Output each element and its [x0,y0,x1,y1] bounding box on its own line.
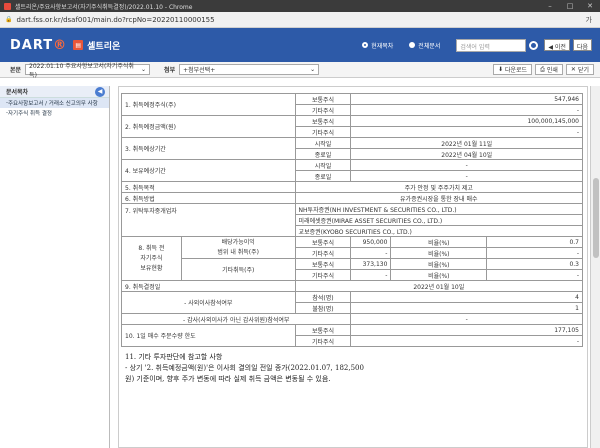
radio-all-docs[interactable]: 전체문서 [409,41,448,50]
window-title: 셀트리온/주요사항보고서(자기주식취득결정)/2022.01.10 - Chro… [15,3,193,11]
body-label: 본문 [10,67,22,74]
translate-icon[interactable]: 가 [586,15,592,25]
toc-item-report[interactable]: - 주요사항보고서 / 거래소 신고의무 사항 [0,98,109,108]
reference-note: 11. 기타 투자판단에 참고할 사항 - 상기 '2. 취득예정금액(원)'은… [125,352,587,385]
toc-header: 문서목차 ◀ [0,86,109,98]
table-row: 3. 취득예상기간 시작일 2022년 01월 11일 [121,137,583,160]
prev-button[interactable]: ◀ 이전 [544,39,570,51]
filter-bar: 본문 2022.01.10 주요사항보고서(자기주식취득) ⌄ 첨부 +첨부선택+… [0,62,600,79]
company-name: 셀트리온 [87,41,121,52]
table-row: - 감사(사외이사가 아닌 감사위원)참석여부 - [120,313,583,325]
document-select[interactable]: 2022.01.10 주요사항보고서(자기주식취득) ⌄ [25,63,151,79]
url-text[interactable]: dart.fss.or.kr/dsaf001/main.do?rcpNo=202… [16,16,214,24]
table-row: - 사외이사참석여부 참석(명) 4 [121,291,583,314]
disclosure-table: 1. 취득예정주식(주) 보통주식 547,946 기타주식 - 2. 취득예정금액(… [120,93,584,347]
vertical-scrollbar[interactable] [590,86,600,448]
note-line: 원) 기준이며, 향후 주가 변동에 따라 실제 취득 금액은 변동될 수 있음… [125,375,331,383]
download-icon: ⬇ [497,66,503,73]
close-button[interactable]: ✕ 닫기 [565,64,594,75]
document-content: 1. 취득예정주식(주) 보통주식 547,946 기타주식 - 2. 취득예정금액(… [118,86,588,448]
chevron-down-icon: ⌄ [310,66,316,73]
table-row: 10. 1일 매수 주문수량 한도 보통주식 177,105 [121,324,583,347]
download-button[interactable]: ⬇ 다운로드 [492,64,533,75]
close-icon: ✕ [570,66,576,73]
chevron-down-icon: ⌄ [141,66,147,73]
collapse-icon[interactable]: ◀ [95,87,105,97]
title-bar: 셀트리온/주요사항보고서(자기주식취득결정)/2022.01.10 - Chro… [0,0,600,12]
table-row: 4. 보유예상기간 시작일 - [121,159,583,182]
table-row: 8. 취득 전 자기주식 보유현황 배당가능이익 범위 내 취득(주) 보통주식 950,0… [121,236,583,281]
table-row: 7. 위탁투자중개업자 NH투자증권(NH INVESTMENT & SECURI… [121,203,584,237]
dart-logo[interactable]: DART® [10,38,67,53]
print-icon: ⎙ [540,65,545,73]
search-icon[interactable] [529,40,539,50]
table-row: 5. 취득목적 주가 안정 및 주주가치 제고 [121,181,584,193]
lock-icon: 🔒 [5,16,13,23]
table-row: 9. 취득결정일 2022년 01월 10일 [121,280,584,292]
company-icon: ▤ [73,40,84,50]
table-row: 6. 취득방법 유가증권시장을 통한 장내 매수 [121,192,584,204]
header: DART® ▤ 셀트리온 현재목차 전체문서 검색어 입력 ◀ 이전 다음 [0,28,600,62]
radio-current-toc[interactable]: 현재목차 [362,41,401,50]
note-line: - 상기 '2. 취득예정금액(원)'은 이사회 결의일 전일 종가(2022.… [125,364,364,372]
sidebar: 문서목차 ◀ - 주요사항보고서 / 거래소 신고의무 사항 - 자기주식 취득 … [0,86,110,448]
address-bar[interactable]: 🔒 dart.fss.or.kr/dsaf001/main.do?rcpNo=2… [0,12,600,28]
scrollbar-thumb[interactable] [593,178,599,258]
app-icon [4,2,11,10]
table-row: 1. 취득예정주식(주) 보통주식 547,946 [121,93,583,116]
minimize-button[interactable]: – [540,2,560,10]
maximize-button[interactable]: □ [560,2,580,10]
table-row: 2. 취득예정금액(원) 보통주식 100,000,145,000 [121,115,583,138]
table-row: 기타취득(주) 보통주식 373,130 비율(%) 0.3 [122,258,583,281]
close-window-button[interactable]: ✕ [580,2,600,10]
attachment-select[interactable]: +첨부선택+ ⌄ [179,64,320,75]
note-title: 11. 기타 투자판단에 참고할 사항 [125,353,223,361]
next-button[interactable]: 다음 [572,39,592,51]
toc-item-treasury[interactable]: - 자기주식 취득 결정 [0,108,109,118]
attach-label: 첨부 [164,67,176,74]
print-button[interactable]: ⎙ 인쇄 [535,64,563,75]
search-input[interactable]: 검색어 입력 [456,38,527,52]
